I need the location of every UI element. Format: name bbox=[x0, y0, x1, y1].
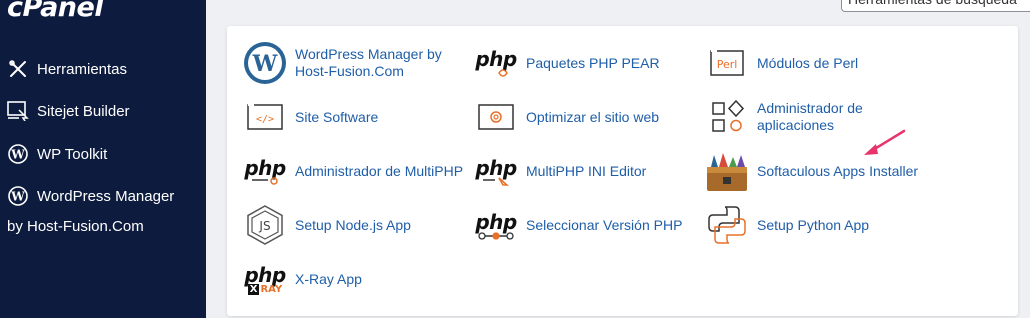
svg-text:</>: </> bbox=[256, 114, 274, 125]
annotation-arrow-icon bbox=[864, 129, 906, 155]
app-application-manager[interactable]: Administrador de aplicaciones bbox=[705, 95, 887, 139]
app-wordpress-manager[interactable]: W WordPress Manager by Host-Fusion.Com bbox=[243, 41, 473, 85]
app-perl-modules[interactable]: Perl Módulos de Perl bbox=[705, 41, 858, 85]
app-label: Módulos de Perl bbox=[757, 54, 859, 71]
app-label: Softaculous Apps Installer bbox=[757, 162, 919, 179]
nodejs-icon: JS bbox=[243, 203, 287, 247]
app-multiphp-manager[interactable]: php Administrador de MultiPHP bbox=[243, 149, 463, 193]
app-php-pear[interactable]: php Paquetes PHP PEAR bbox=[474, 41, 660, 85]
app-label: WordPress Manager by Host-Fusion.Com bbox=[295, 46, 442, 79]
app-label: Setup Node.js App bbox=[295, 216, 411, 233]
app-label: MultiPHP INI Editor bbox=[526, 162, 647, 179]
app-label: Setup Python App bbox=[757, 216, 870, 233]
multiphp-ini-editor-icon: php bbox=[474, 149, 518, 193]
app-optimize-website[interactable]: Optimizar el sitio web bbox=[474, 95, 659, 139]
tools-icon bbox=[7, 58, 29, 80]
sidebar-item-label: WP Toolkit bbox=[37, 145, 108, 163]
app-label: Seleccionar Versión PHP bbox=[526, 216, 683, 233]
sitejet-icon bbox=[7, 100, 29, 122]
app-label: X-Ray App bbox=[295, 270, 362, 287]
app-label: Site Software bbox=[295, 108, 379, 125]
sidebar-item-label-line2[interactable]: by Host-Fusion.Com bbox=[0, 215, 206, 237]
optimize-website-icon bbox=[474, 95, 518, 139]
app-label: Administrador de MultiPHP bbox=[295, 162, 464, 179]
svg-text:Perl: Perl bbox=[717, 58, 738, 71]
application-manager-icon bbox=[705, 95, 749, 139]
app-label: Paquetes PHP PEAR bbox=[526, 54, 660, 71]
php-version-icon: php bbox=[474, 203, 518, 247]
wordpress-icon: W bbox=[7, 185, 29, 207]
app-nodejs[interactable]: JS Setup Node.js App bbox=[243, 203, 411, 247]
sidebar: cPanel Herramientas Sitejet Builder W WP… bbox=[0, 0, 206, 318]
svg-text:W: W bbox=[10, 148, 25, 162]
perl-modules-icon: Perl bbox=[705, 41, 749, 85]
app-multiphp-ini-editor[interactable]: php MultiPHP INI Editor bbox=[474, 149, 646, 193]
app-xray[interactable]: php X RAY X-Ray App bbox=[243, 257, 362, 301]
sidebar-item-sitejet[interactable]: Sitejet Builder bbox=[0, 98, 206, 124]
wordpress-logo-icon: W bbox=[243, 41, 287, 85]
svg-text:W: W bbox=[252, 51, 278, 77]
site-software-icon: </> bbox=[243, 95, 287, 139]
xray-icon: php X RAY bbox=[244, 263, 286, 295]
app-python[interactable]: Setup Python App bbox=[705, 203, 869, 247]
app-label: Optimizar el sitio web bbox=[526, 108, 660, 125]
app-php-version[interactable]: php Seleccionar Versión PHP bbox=[474, 203, 682, 247]
sidebar-item-label: WordPress Manager bbox=[37, 188, 175, 205]
sidebar-item-label: Herramientas bbox=[37, 60, 128, 78]
cpanel-logo[interactable]: cPanel bbox=[7, 0, 104, 23]
softaculous-icon bbox=[705, 149, 749, 193]
php-pear-icon: php bbox=[474, 41, 518, 85]
sidebar-item-herramientas[interactable]: Herramientas bbox=[0, 56, 206, 82]
svg-text:JS: JS bbox=[258, 219, 270, 233]
tools-search-input[interactable]: Herramientas de búsqueda bbox=[841, 0, 1030, 12]
multiphp-manager-icon: php bbox=[243, 149, 287, 193]
python-icon bbox=[705, 203, 749, 247]
svg-text:W: W bbox=[10, 190, 25, 204]
app-site-software[interactable]: </> Site Software bbox=[243, 95, 378, 139]
sidebar-item-wp-toolkit[interactable]: W WP Toolkit bbox=[0, 141, 206, 167]
wordpress-icon: W bbox=[7, 143, 29, 165]
sidebar-item-label: Sitejet Builder bbox=[37, 102, 130, 120]
